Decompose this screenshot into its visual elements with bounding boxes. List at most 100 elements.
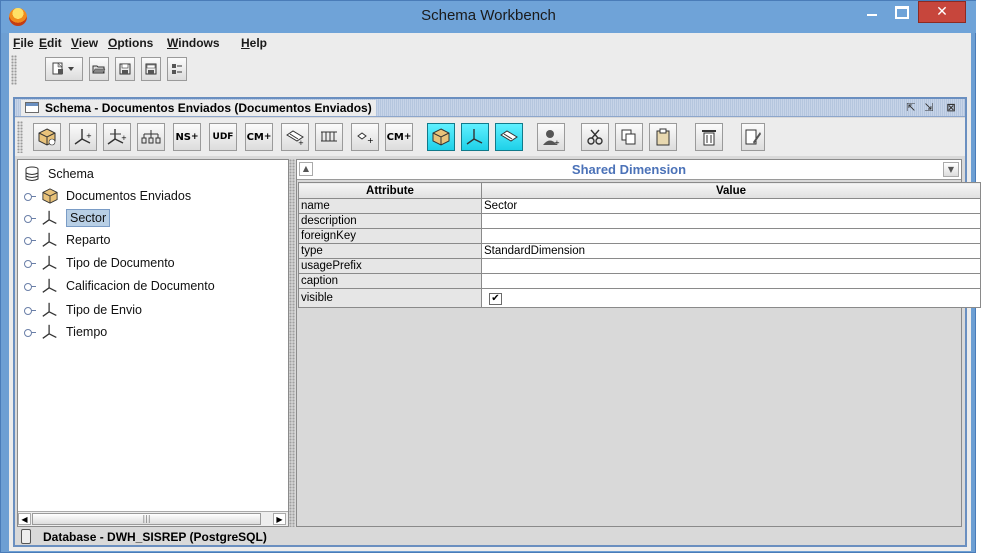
value-cell[interactable]: Sector (481, 198, 981, 214)
tree-item-tiempo[interactable]: Tiempo (18, 321, 107, 343)
toolbar-grip[interactable] (11, 55, 17, 85)
cube-icon (40, 187, 60, 205)
tree-expand-handle[interactable] (24, 305, 36, 315)
attribute-cell: caption (298, 273, 482, 289)
title-bar[interactable]: Schema Workbench (1, 1, 976, 33)
tree-expand-handle[interactable] (24, 258, 36, 268)
new-button[interactable] (45, 57, 83, 81)
save-icon (119, 63, 131, 75)
tree-item-tipo-de-envio[interactable]: Tipo de Envio (18, 299, 142, 321)
dropdown-arrow-icon[interactable]: ▼ (943, 162, 959, 177)
dimension-icon: + (74, 129, 92, 145)
menu-file[interactable]: File (13, 36, 34, 50)
maximize-icon[interactable]: ⇲ (921, 100, 937, 115)
copy-button[interactable] (615, 123, 643, 151)
add-user-defined-function-button[interactable]: UDF (209, 123, 237, 151)
tree-item-documentos-enviados[interactable]: Documentos Enviados (18, 185, 191, 207)
table-row[interactable]: type StandardDimension (298, 243, 981, 259)
add-dimension-button[interactable]: + (69, 123, 97, 151)
tree-item-calificacion-de-documento[interactable]: Calificacion de Documento (18, 275, 215, 297)
cube-icon (38, 128, 56, 146)
schema-tree[interactable]: Schema Documentos Enviados Sector Repart… (17, 159, 289, 527)
schema-frame-title-bar[interactable]: Schema - Documentos Enviados (Documentos… (15, 99, 965, 117)
tree-item-tipo-de-documento[interactable]: Tipo de Documento (18, 252, 175, 274)
tree-expand-handle[interactable] (24, 191, 36, 201)
named-set-icon: NS (175, 131, 192, 143)
tree-expand-handle[interactable] (24, 281, 36, 291)
tree-expand-handle[interactable] (24, 235, 36, 245)
add-role-button[interactable]: + (537, 123, 565, 151)
tree-expand-handle[interactable] (24, 213, 36, 223)
hierarchy-icon (141, 130, 161, 144)
scroll-right-arrow-icon[interactable]: ▶ (273, 513, 286, 525)
menu-help[interactable]: Help (241, 36, 267, 50)
paste-button[interactable] (649, 123, 677, 151)
value-cell[interactable]: StandardDimension (481, 243, 981, 259)
tree-expand-handle[interactable] (24, 327, 36, 337)
close-icon[interactable]: ⊠ (943, 100, 959, 115)
add-property-button[interactable]: + (351, 123, 379, 151)
menu-options[interactable]: Options (108, 36, 153, 50)
table-row[interactable]: caption (298, 273, 981, 289)
tree-item-reparto[interactable]: Reparto (18, 229, 110, 251)
schema-toolbar-grip[interactable] (17, 121, 23, 153)
column-header-value[interactable]: Value (481, 182, 981, 199)
scrollbar-thumb[interactable]: ||| (32, 513, 261, 525)
add-cube-button[interactable] (33, 123, 61, 151)
add-virtual-cube-button[interactable] (427, 123, 455, 151)
table-row[interactable]: description (298, 213, 981, 229)
table-row[interactable]: name Sector (298, 198, 981, 214)
value-cell[interactable] (481, 228, 981, 244)
measure-icon: + (286, 130, 304, 145)
menu-windows[interactable]: Windows (167, 36, 220, 50)
edit-mode-button[interactable] (741, 123, 765, 151)
open-button[interactable] (89, 57, 109, 81)
menu-view[interactable]: View (71, 36, 98, 50)
tree-horizontal-scrollbar[interactable]: ◀ ||| ▶ (18, 511, 288, 526)
add-virtual-measure-button[interactable] (495, 123, 523, 151)
properties-title: Shared Dimension (571, 162, 687, 177)
close-button[interactable] (918, 1, 966, 23)
preferences-button[interactable] (167, 57, 187, 81)
save-as-icon (145, 63, 157, 75)
tree-item-sector[interactable]: Sector (18, 207, 111, 229)
split-pane-divider[interactable] (289, 159, 295, 527)
scroll-left-arrow-icon[interactable]: ◀ (18, 513, 31, 525)
add-level-button[interactable] (315, 123, 343, 151)
window-title: Schema Workbench (421, 7, 556, 24)
table-row[interactable]: foreignKey (298, 228, 981, 244)
delete-button[interactable] (695, 123, 723, 151)
add-virtual-dimension-button[interactable] (461, 123, 489, 151)
add-named-set-button[interactable]: NS + (173, 123, 201, 151)
add-calculated-member-button[interactable]: CM + (245, 123, 273, 151)
dimension-icon (40, 254, 60, 272)
tree-root-schema[interactable]: Schema (18, 163, 94, 185)
maximize-button[interactable] (889, 1, 915, 23)
cut-button[interactable] (581, 123, 609, 151)
dimension-icon (40, 231, 60, 249)
tree-item-label: Schema (48, 167, 94, 181)
value-cell[interactable] (481, 213, 981, 229)
role-icon: + (543, 130, 560, 146)
add-dimension-usage-button[interactable]: + (103, 123, 131, 151)
save-as-button[interactable] (141, 57, 161, 81)
save-button[interactable] (115, 57, 135, 81)
add-cube-calculated-member-button[interactable]: CM + (385, 123, 413, 151)
menu-edit[interactable]: Edit (39, 36, 62, 50)
column-header-attribute[interactable]: Attribute (298, 182, 482, 199)
add-hierarchy-button[interactable] (137, 123, 165, 151)
attribute-cell: usagePrefix (298, 258, 482, 274)
iconify-icon[interactable]: ⇱ (903, 100, 919, 115)
tree-item-label: Reparto (66, 233, 111, 247)
table-row[interactable]: visible ✔ (298, 288, 981, 308)
attribute-cell: name (298, 198, 482, 214)
value-cell[interactable] (481, 273, 981, 289)
visible-checkbox[interactable]: ✔ (489, 293, 502, 305)
minimize-button[interactable] (859, 1, 885, 23)
dimension-icon (40, 209, 60, 227)
add-measure-button[interactable]: + (281, 123, 309, 151)
value-cell[interactable] (481, 258, 981, 274)
table-row[interactable]: usagePrefix (298, 258, 981, 274)
tree-item-label: Tiempo (66, 325, 108, 339)
tree-item-label: Documentos Enviados (66, 189, 192, 203)
